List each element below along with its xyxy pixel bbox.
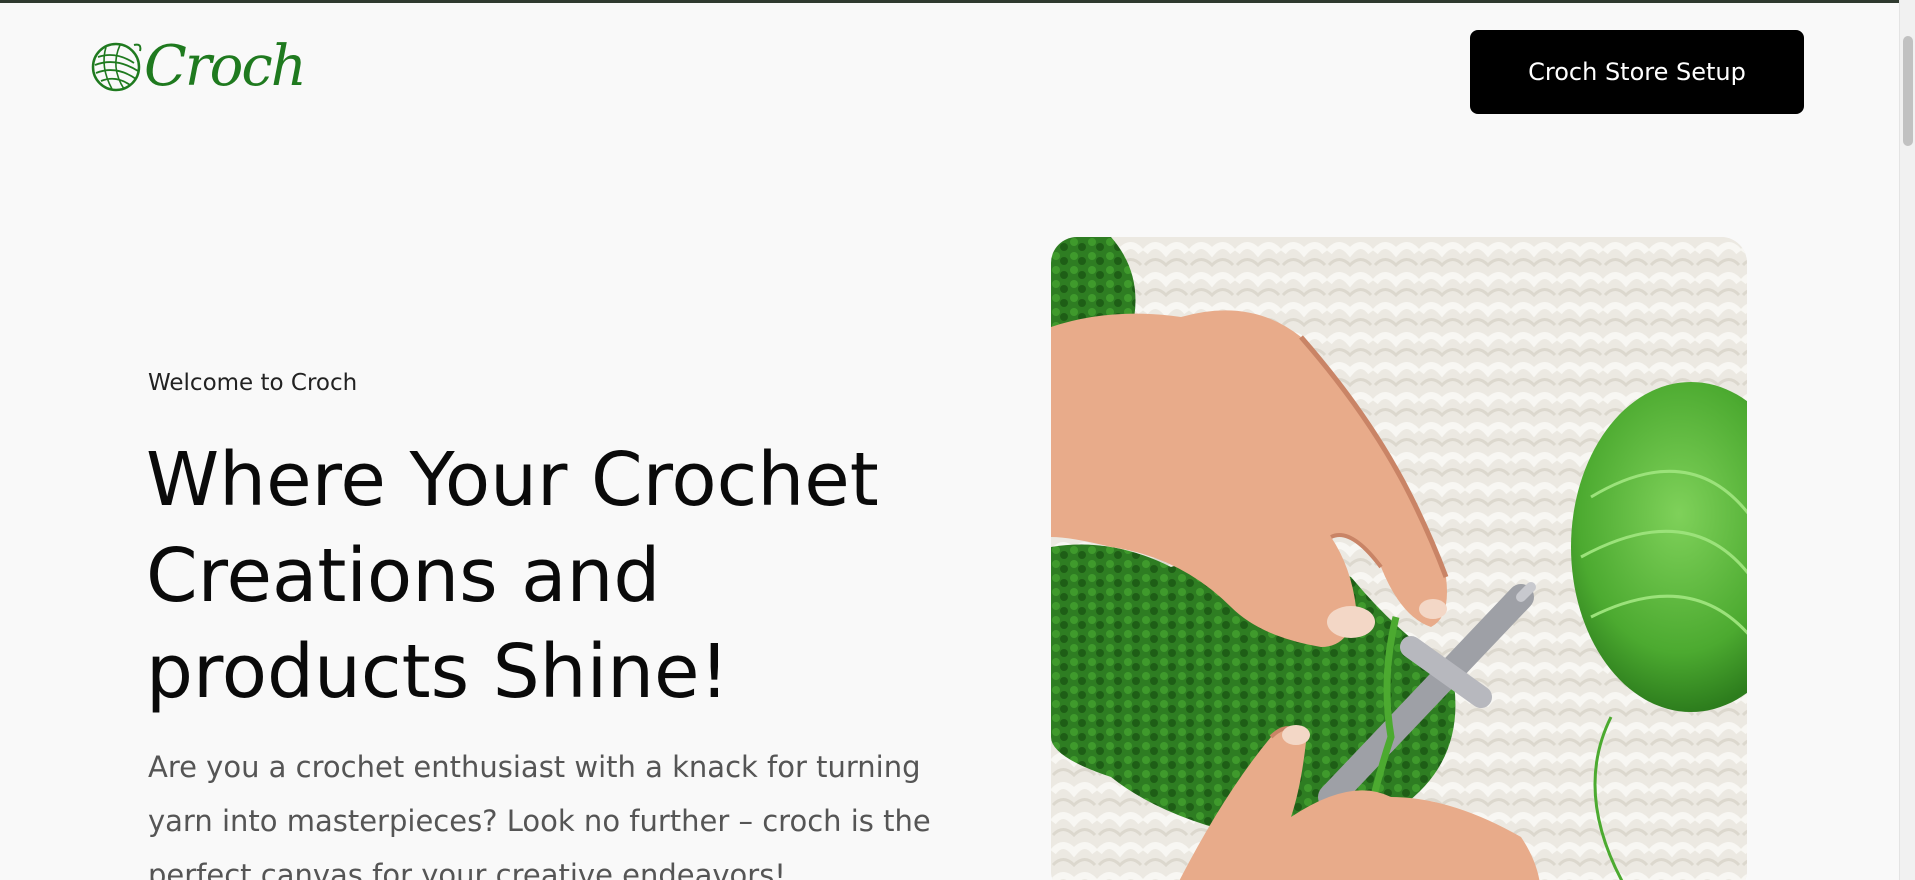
hero-headline-line: Creations and [146,533,661,619]
hero-image [1051,237,1747,880]
scrollbar-thumb[interactable] [1903,36,1913,146]
top-border [0,0,1915,3]
page: Croch Croch Store Setup Welcome to Croch… [0,0,1915,880]
yarn-ball-icon [90,41,142,93]
hero-headline: Where Your Crochet Creations and product… [146,432,906,720]
logo-text: Croch [144,34,307,99]
hero-headline-line: products Shine! [146,629,730,715]
logo-link[interactable]: Croch [90,32,307,102]
hands-knitting-icon [1051,237,1747,880]
hero-eyebrow: Welcome to Croch [148,370,358,396]
croch-store-setup-button[interactable]: Croch Store Setup [1470,30,1804,114]
hero-intro-text: Are you a crochet enthusiast with a knac… [148,750,931,880]
hero-headline-line: Where Your Crochet [146,437,879,523]
page-scrollbar[interactable] [1899,0,1915,880]
